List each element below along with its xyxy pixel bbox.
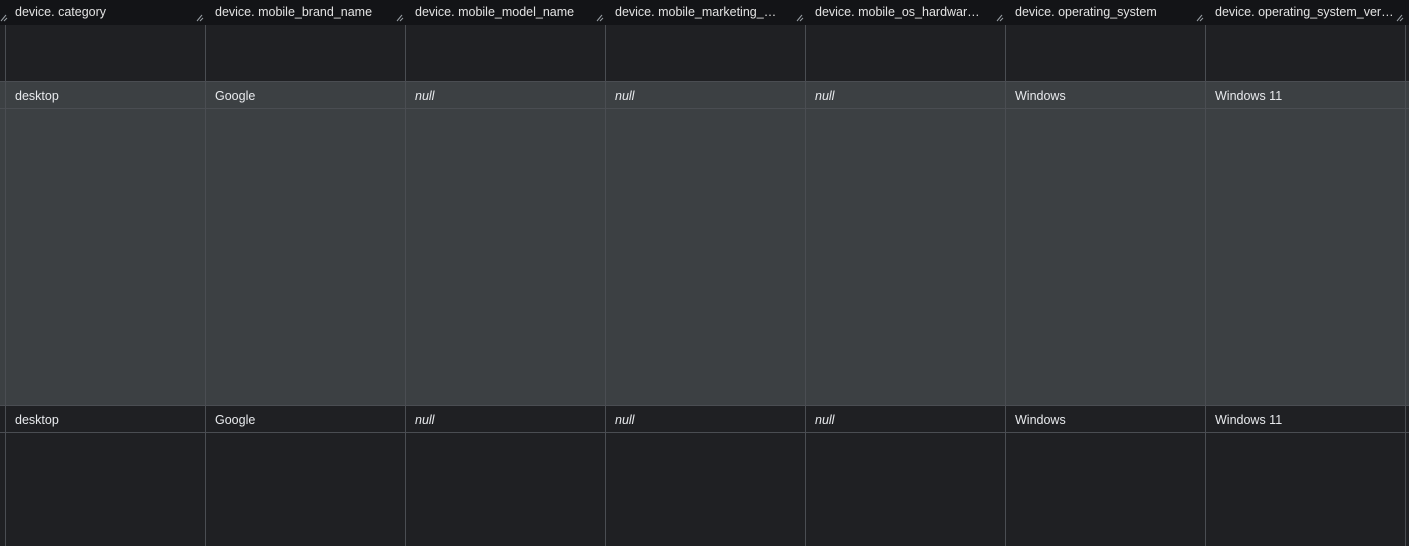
- table-cell-mobile-marketing-name: null: [615, 89, 635, 103]
- table-cell: [5, 25, 205, 52]
- table-row[interactable]: desktop Google null null null Windows Wi…: [0, 406, 1409, 546]
- table-cell-mobile-os-hardware-model: null: [815, 89, 835, 103]
- table-row[interactable]: [0, 25, 1409, 82]
- table-cell: [605, 25, 805, 52]
- column-resize-handle-icon[interactable]: [1196, 0, 1206, 25]
- column-resize-handle-icon[interactable]: [1396, 0, 1406, 25]
- table-cell-mobile-model-name: null: [415, 89, 435, 103]
- table-cell-operating-system: Windows: [1015, 89, 1066, 103]
- column-header-category[interactable]: device. category: [5, 0, 205, 25]
- table-row-selected[interactable]: desktop Google null null null Windows Wi…: [0, 82, 1409, 406]
- column-divider: [205, 25, 206, 546]
- column-divider: [605, 25, 606, 546]
- table-header: device. category device. mobile_brand_na…: [0, 0, 1409, 25]
- column-resize-handle-icon[interactable]: [0, 0, 10, 25]
- table-cell-operating-system-version: Windows 11: [1215, 89, 1283, 103]
- table-cell: [205, 25, 405, 52]
- column-divider: [5, 25, 6, 546]
- column-resize-handle-icon[interactable]: [196, 0, 206, 25]
- table-cell-category: desktop: [15, 413, 59, 427]
- row-divider: [0, 108, 1409, 109]
- row-divider: [0, 405, 1409, 406]
- column-header-operating-system[interactable]: device. operating_system: [1005, 0, 1205, 25]
- column-header-mobile-os-hardware-model[interactable]: device. mobile_os_hardware_m...: [805, 0, 1005, 25]
- table-cell: [405, 25, 605, 52]
- table-cell-category: desktop: [15, 89, 59, 103]
- column-header-operating-system-version[interactable]: device. operating_system_version: [1205, 0, 1409, 25]
- column-divider: [1005, 25, 1006, 546]
- column-resize-handle-icon[interactable]: [796, 0, 806, 25]
- column-resize-handle-icon[interactable]: [996, 0, 1006, 25]
- column-resize-handle-icon[interactable]: [396, 0, 406, 25]
- table-cell-operating-system: Windows: [1015, 413, 1066, 427]
- table-cell-mobile-model-name: null: [415, 413, 435, 427]
- column-divider: [1405, 25, 1406, 546]
- column-header-mobile-marketing-name[interactable]: device. mobile_marketing_name: [605, 0, 805, 25]
- table-cell-mobile-brand-name: Google: [215, 413, 256, 427]
- column-divider: [405, 25, 406, 546]
- column-header-mobile-model-name[interactable]: device. mobile_model_name: [405, 0, 605, 25]
- table-cell-operating-system-version: Windows 11: [1215, 413, 1283, 427]
- column-resize-handle-icon[interactable]: [596, 0, 606, 25]
- results-table: device. category device. mobile_brand_na…: [0, 0, 1409, 546]
- row-divider: [0, 432, 1409, 433]
- table-cell-mobile-marketing-name: null: [615, 413, 635, 427]
- column-header-mobile-brand-name[interactable]: device. mobile_brand_name: [205, 0, 405, 25]
- column-divider: [1205, 25, 1206, 546]
- row-divider: [0, 81, 1409, 82]
- table-cell: [1005, 25, 1205, 52]
- column-divider: [805, 25, 806, 546]
- table-cell-mobile-brand-name: Google: [215, 89, 256, 103]
- table-cell: [1205, 25, 1409, 52]
- table-cell-mobile-os-hardware-model: null: [815, 413, 835, 427]
- table-cell: [805, 25, 1005, 52]
